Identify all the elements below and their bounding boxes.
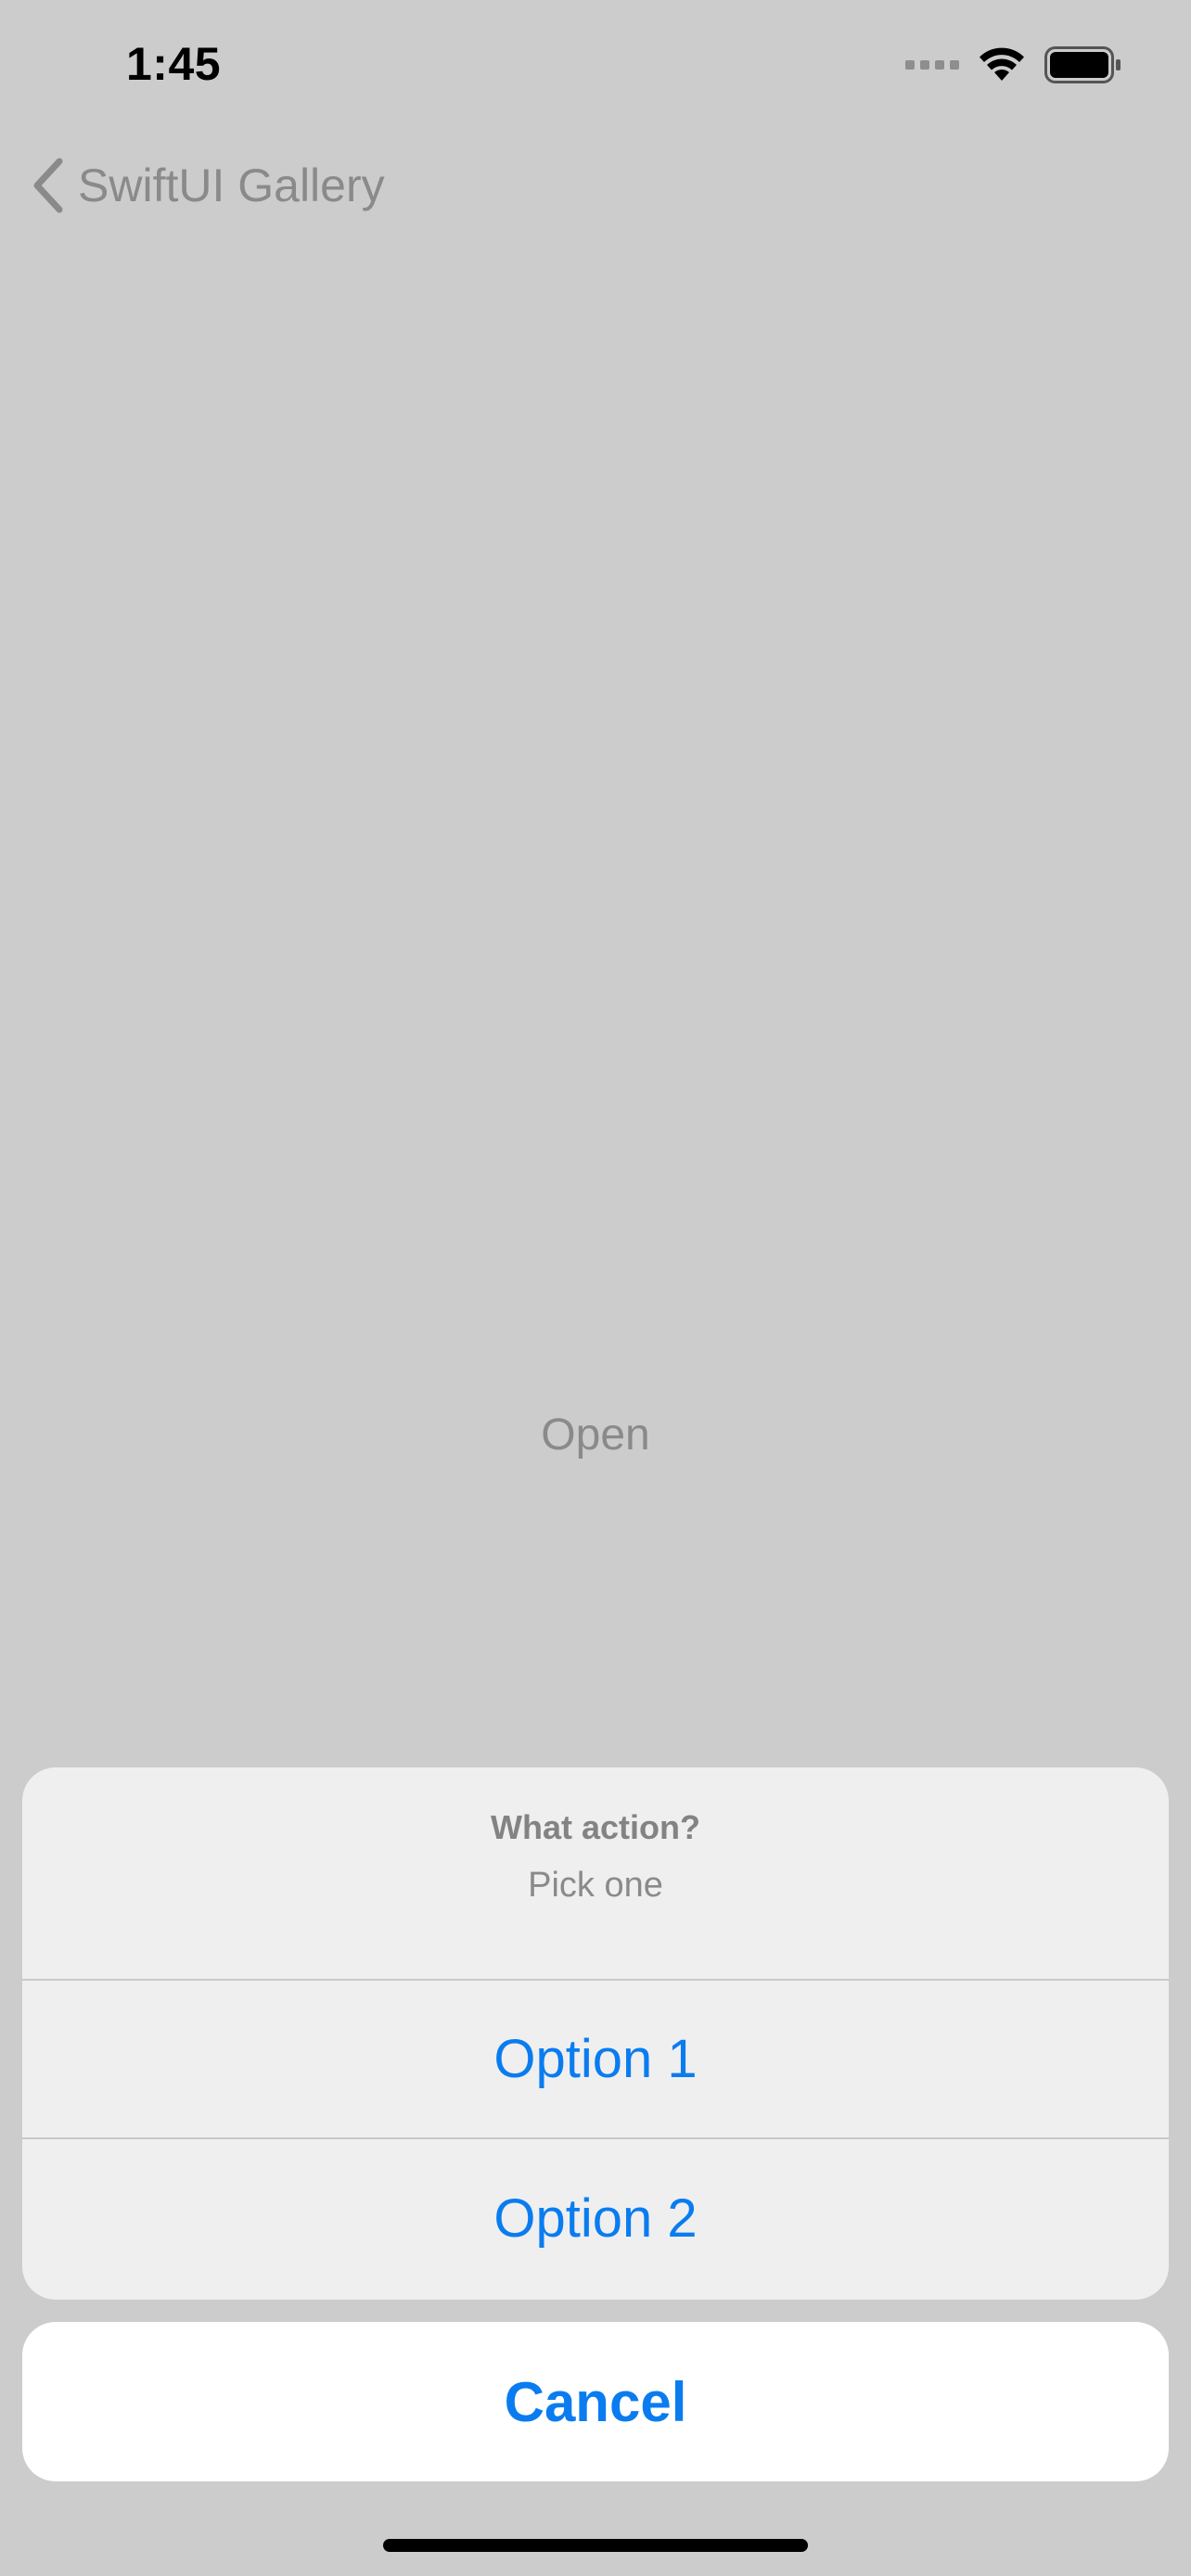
status-time: 1:45 xyxy=(126,38,222,90)
back-button[interactable]: SwiftUI Gallery xyxy=(30,158,385,213)
action-sheet-message: Pick one xyxy=(528,1866,663,1905)
open-button[interactable]: Open xyxy=(0,1409,1191,1460)
battery-icon xyxy=(1044,46,1121,83)
home-indicator[interactable] xyxy=(383,2539,808,2552)
chevron-left-icon xyxy=(33,158,63,213)
option-2-button[interactable]: Option 2 xyxy=(22,2139,1169,2298)
status-icons xyxy=(905,46,1122,83)
wifi-icon xyxy=(980,47,1024,81)
action-sheet: What action? Pick one Option 1 Option 2 xyxy=(22,1767,1169,2300)
cancel-button[interactable]: Cancel xyxy=(22,2322,1169,2481)
action-sheet-header: What action? Pick one xyxy=(22,1767,1169,1981)
action-sheet-title: What action? xyxy=(491,1808,700,1846)
back-button-label: SwiftUI Gallery xyxy=(78,159,385,211)
cellular-signal-icon xyxy=(905,60,959,70)
option-1-button[interactable]: Option 1 xyxy=(22,1981,1169,2139)
